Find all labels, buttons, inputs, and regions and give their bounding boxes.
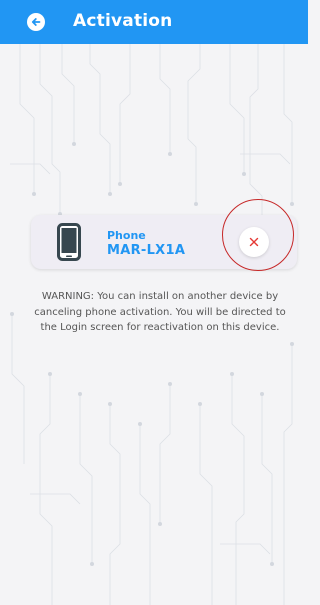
device-card: Phone MAR-LX1A bbox=[31, 215, 297, 269]
device-type-label: Phone bbox=[107, 229, 146, 242]
close-icon bbox=[249, 237, 259, 247]
warning-text: WARNING: You can install on another devi… bbox=[34, 291, 286, 333]
device-model-label: MAR-LX1A bbox=[107, 243, 186, 258]
app-bar: Activation bbox=[0, 0, 308, 44]
smartphone-icon bbox=[57, 223, 81, 261]
page-title: Activation bbox=[73, 11, 173, 31]
back-button[interactable] bbox=[27, 13, 45, 31]
cancel-activation-button[interactable] bbox=[239, 227, 269, 257]
back-arrow-icon bbox=[31, 18, 41, 26]
